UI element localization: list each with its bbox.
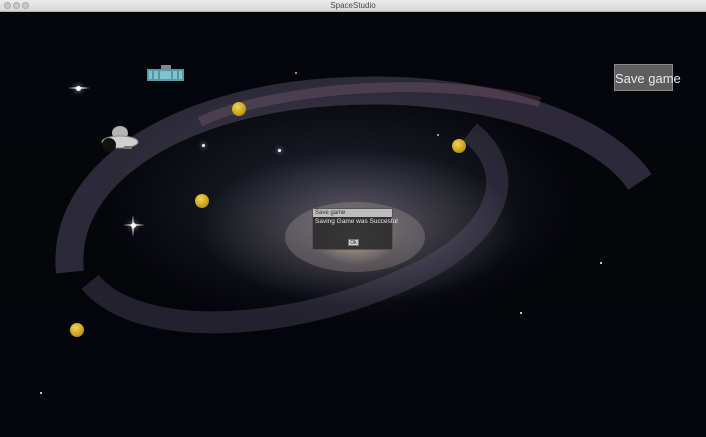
star-glare [132, 215, 134, 237]
coin-sprite[interactable] [452, 139, 466, 153]
star [202, 144, 205, 147]
star [600, 262, 602, 264]
ok-button[interactable]: Ok [348, 239, 359, 246]
star [520, 312, 522, 314]
dialog-message: Saving Game was Succesful [315, 218, 398, 225]
game-canvas[interactable]: Save game Save game Saving Game was Succ… [0, 12, 706, 437]
star [40, 392, 42, 394]
window-titlebar: SpaceStudio [0, 0, 706, 12]
star-glare [68, 87, 90, 89]
coin-sprite[interactable] [70, 323, 84, 337]
star-glare [123, 224, 145, 226]
space-station-sprite[interactable] [147, 65, 184, 83]
coin-sprite[interactable] [195, 194, 209, 208]
window-title: SpaceStudio [330, 1, 376, 10]
star [437, 134, 439, 136]
dialog-title: Save game [313, 209, 392, 217]
ufo-sprite[interactable] [100, 124, 140, 158]
coin-sprite[interactable] [232, 102, 246, 116]
star [278, 149, 281, 152]
save-dialog: Save game Saving Game was Succesful Ok [312, 208, 398, 250]
save-game-button[interactable]: Save game [614, 64, 681, 91]
star [295, 72, 297, 74]
